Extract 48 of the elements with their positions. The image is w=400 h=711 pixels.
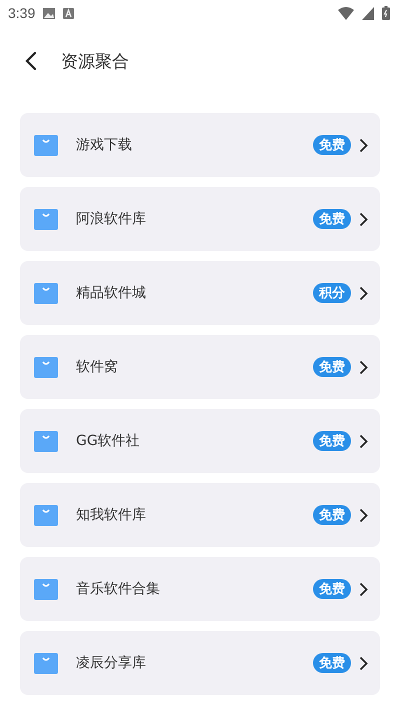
item-name: 阿浪软件库 <box>76 210 147 228</box>
item-name: 音乐软件合集 <box>76 580 161 598</box>
chevron-right-icon <box>359 656 368 670</box>
shopping-bag-icon <box>34 356 58 378</box>
chevron-right-icon <box>359 138 368 152</box>
back-icon[interactable] <box>25 51 37 71</box>
item-name: 精品软件城 <box>76 284 147 302</box>
shopping-bag-icon <box>34 282 58 304</box>
price-tag: 免费 <box>313 209 351 229</box>
shopping-bag-icon <box>34 134 58 156</box>
shopping-bag-icon <box>34 578 58 600</box>
price-tag: 免费 <box>313 653 351 673</box>
signal-icon <box>362 6 374 20</box>
status-time: 3:39 <box>8 5 36 21</box>
price-tag: 免费 <box>313 357 351 377</box>
shopping-bag-icon <box>34 652 58 674</box>
list-item[interactable]: 软件窝 免费 <box>20 335 380 399</box>
shopping-bag-icon <box>34 504 58 526</box>
page-title: 资源聚合 <box>61 50 129 72</box>
a-notification-icon <box>63 8 74 18</box>
price-tag: 免费 <box>313 135 351 155</box>
list-item[interactable]: 知我软件库 免费 <box>20 483 380 547</box>
chevron-right-icon <box>359 508 368 522</box>
list-item[interactable]: 游戏下载 免费 <box>20 113 380 177</box>
price-tag: 积分 <box>313 283 351 303</box>
item-name: 凌辰分享库 <box>76 654 147 672</box>
shopping-bag-icon <box>34 208 58 230</box>
shopping-bag-icon <box>34 430 58 452</box>
price-tag: 免费 <box>313 431 351 451</box>
list-item[interactable]: GG软件社 免费 <box>20 409 380 473</box>
list-item[interactable]: 阿浪软件库 免费 <box>20 187 380 251</box>
battery-icon <box>382 6 390 20</box>
chevron-right-icon <box>359 286 368 300</box>
list-item[interactable]: 精品软件城 积分 <box>20 261 380 325</box>
image-notification-icon <box>43 8 56 18</box>
item-name: 软件窝 <box>76 358 119 376</box>
item-name: GG软件社 <box>76 432 141 450</box>
list-item[interactable]: 凌辰分享库 免费 <box>20 631 380 695</box>
price-tag: 免费 <box>313 505 351 525</box>
chevron-right-icon <box>359 582 368 596</box>
wifi-icon <box>338 6 354 20</box>
list-item[interactable]: 音乐软件合集 免费 <box>20 557 380 621</box>
price-tag: 免费 <box>313 579 351 599</box>
chevron-right-icon <box>359 212 368 226</box>
item-name: 游戏下载 <box>76 136 133 154</box>
chevron-right-icon <box>359 360 368 374</box>
item-name: 知我软件库 <box>76 506 147 524</box>
chevron-right-icon <box>359 434 368 448</box>
